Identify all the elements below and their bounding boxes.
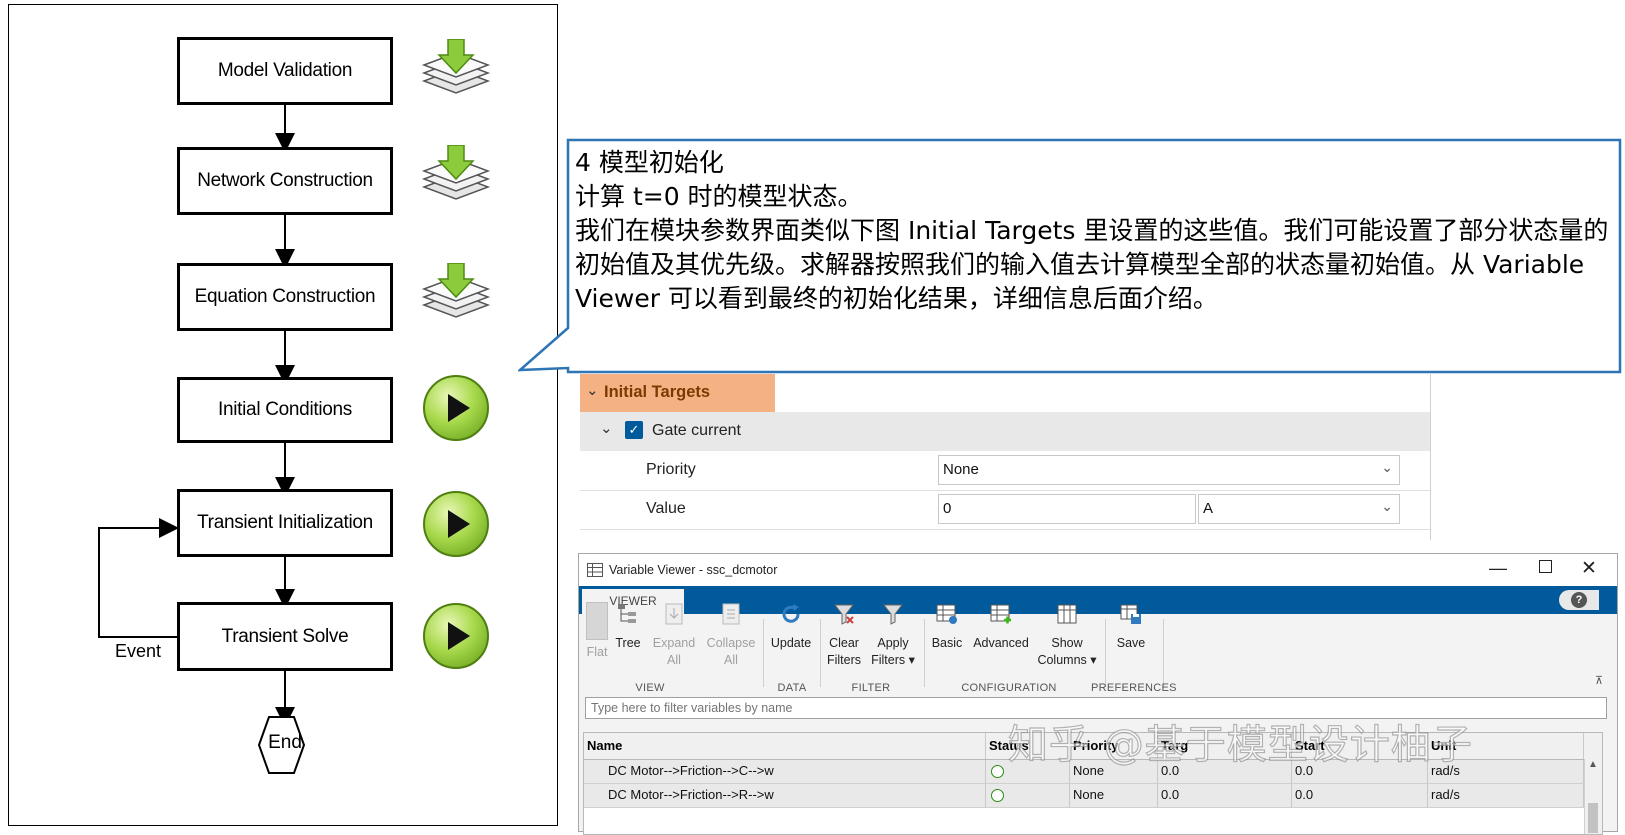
layers-download-icon [421,263,491,318]
advanced-button[interactable]: Advanced [971,602,1031,652]
flat-button[interactable]: Flat [585,602,609,661]
toolbar-separator [1163,619,1164,687]
priority-select[interactable]: None ⌄ [938,455,1400,485]
initial-targets-panel: ⌄ Initial Targets ⌄ ✓ Gate current Prior… [580,374,1431,540]
apply-filters-button[interactable]: Apply Filters ▾ [869,602,917,669]
tree-icon [618,604,636,623]
filter-icon [882,604,904,625]
advanced-config-icon [990,604,1011,624]
gate-current-row[interactable]: ⌄ ✓ Gate current [580,412,1430,451]
maximize-icon[interactable] [1539,560,1552,573]
unit-select[interactable]: A ⌄ [1198,494,1400,524]
value-row: Value 0 A ⌄ [580,490,1430,530]
group-label-data: DATA [777,682,807,694]
value-input[interactable]: 0 [938,494,1196,524]
group-label-filter: FILTER [851,682,891,694]
title-bar: Variable Viewer - ssc_dcmotor — ✕ [579,554,1617,586]
section-header-highlight[interactable]: ⌄ Initial Targets [580,374,775,412]
watermark: 知乎 @基于模型设计柚子 [1007,721,1473,768]
flowchart-panel: Model Validation Network Construction Eq… [8,4,558,826]
cell-name: DC Motor-->Friction-->R-->w [584,784,986,807]
scroll-up-icon[interactable]: ▲ [1588,759,1598,770]
update-button[interactable]: Update [767,602,815,652]
step-equation-construction: Equation Construction [177,263,393,331]
toolbar-separator [1105,619,1106,687]
play-icon [423,491,489,557]
vertical-scrollbar[interactable]: ▲ [1584,759,1602,834]
event-label: Event [115,641,162,661]
expand-all-icon [665,603,683,625]
group-label-configuration: CONFIGURATION [961,682,1057,694]
chevron-down-icon: ⌄ [1381,459,1393,475]
status-ok-icon [991,765,1004,778]
window-title: Variable Viewer - ssc_dcmotor [609,563,778,577]
help-icon: ? [1571,592,1587,608]
callout-title: 4 模型初始化 [575,148,724,177]
variable-viewer-window: Variable Viewer - ssc_dcmotor — ✕ VIEWER… [578,553,1618,835]
callout-body: 我们在模块参数界面类似下图 Initial Targets 里设置的这些值。我们… [575,216,1609,313]
step-model-validation: Model Validation [177,37,393,105]
collapse-all-button[interactable]: Collapse All [703,602,759,669]
refresh-icon [782,604,800,623]
status-ok-icon [991,789,1004,802]
callout-text: 4 模型初始化 计算 t=0 时的模型状态。 我们在模块参数界面类似下图 Ini… [575,146,1610,316]
collapse-all-icon [722,603,740,625]
save-button[interactable]: Save [1109,602,1153,652]
cell-name: DC Motor-->Friction-->C-->w [584,760,986,783]
save-icon [1120,604,1141,624]
columns-icon [1057,604,1077,624]
expand-all-button[interactable]: Expand All [649,602,699,669]
event-loop-arrow [98,518,179,638]
minimize-icon[interactable]: — [1489,558,1507,579]
step-transient-solve: Transient Solve [177,602,393,671]
cell-status [986,784,1070,807]
toolbar-separator [820,619,821,687]
cell-start: 0.0 [1292,784,1428,807]
scrollbar-thumb[interactable] [1588,803,1598,833]
show-columns-button[interactable]: Show Columns ▾ [1035,602,1099,669]
cell-unit: rad/s [1428,784,1584,807]
gate-current-checkbox[interactable]: ✓ [625,421,643,439]
help-button[interactable]: ? [1559,590,1599,610]
priority-row: Priority None ⌄ [580,451,1430,491]
toolbar-separator [924,619,925,687]
dropdown-caret-icon: ▾ [908,653,915,667]
group-label-preferences: PREFERENCES [1091,682,1177,694]
clear-filter-icon [833,604,855,625]
step-network-construction: Network Construction [177,147,393,215]
gate-current-label: Gate current [652,422,741,439]
toolbar-separator [763,619,764,687]
table-row[interactable]: DC Motor-->Friction-->R-->w None 0.0 0.0… [584,784,1602,808]
clear-filters-button[interactable]: Clear Filters [824,602,864,669]
step-transient-initialization: Transient Initialization [177,489,393,557]
callout-subtitle: 计算 t=0 时的模型状态。 [575,182,863,211]
cell-target: 0.0 [1158,784,1292,807]
layers-download-icon [421,145,491,200]
end-label: End [268,732,302,753]
layers-download-icon [421,39,491,94]
flat-icon [586,602,608,640]
play-icon [423,603,489,669]
collapse-toolstrip-icon[interactable]: ⊼ [1595,674,1603,687]
table-icon [587,563,603,577]
chevron-down-icon: ⌄ [1381,498,1393,514]
section-title: Initial Targets [604,383,711,401]
play-icon [423,375,489,441]
tree-button[interactable]: Tree [613,602,643,652]
cell-priority: None [1070,784,1158,807]
value-label: Value [646,500,686,517]
step-initial-conditions: Initial Conditions [177,377,393,443]
basic-config-icon [936,604,957,624]
priority-label: Priority [646,461,696,478]
chevron-down-icon: ⌄ [586,382,599,399]
close-icon[interactable]: ✕ [1581,557,1597,580]
dropdown-caret-icon: ▾ [1090,653,1097,667]
chevron-down-icon[interactable]: ⌄ [600,419,613,437]
group-label-view: VIEW [635,682,665,694]
column-header-name[interactable]: Name [584,733,986,759]
basic-button[interactable]: Basic [929,602,965,652]
